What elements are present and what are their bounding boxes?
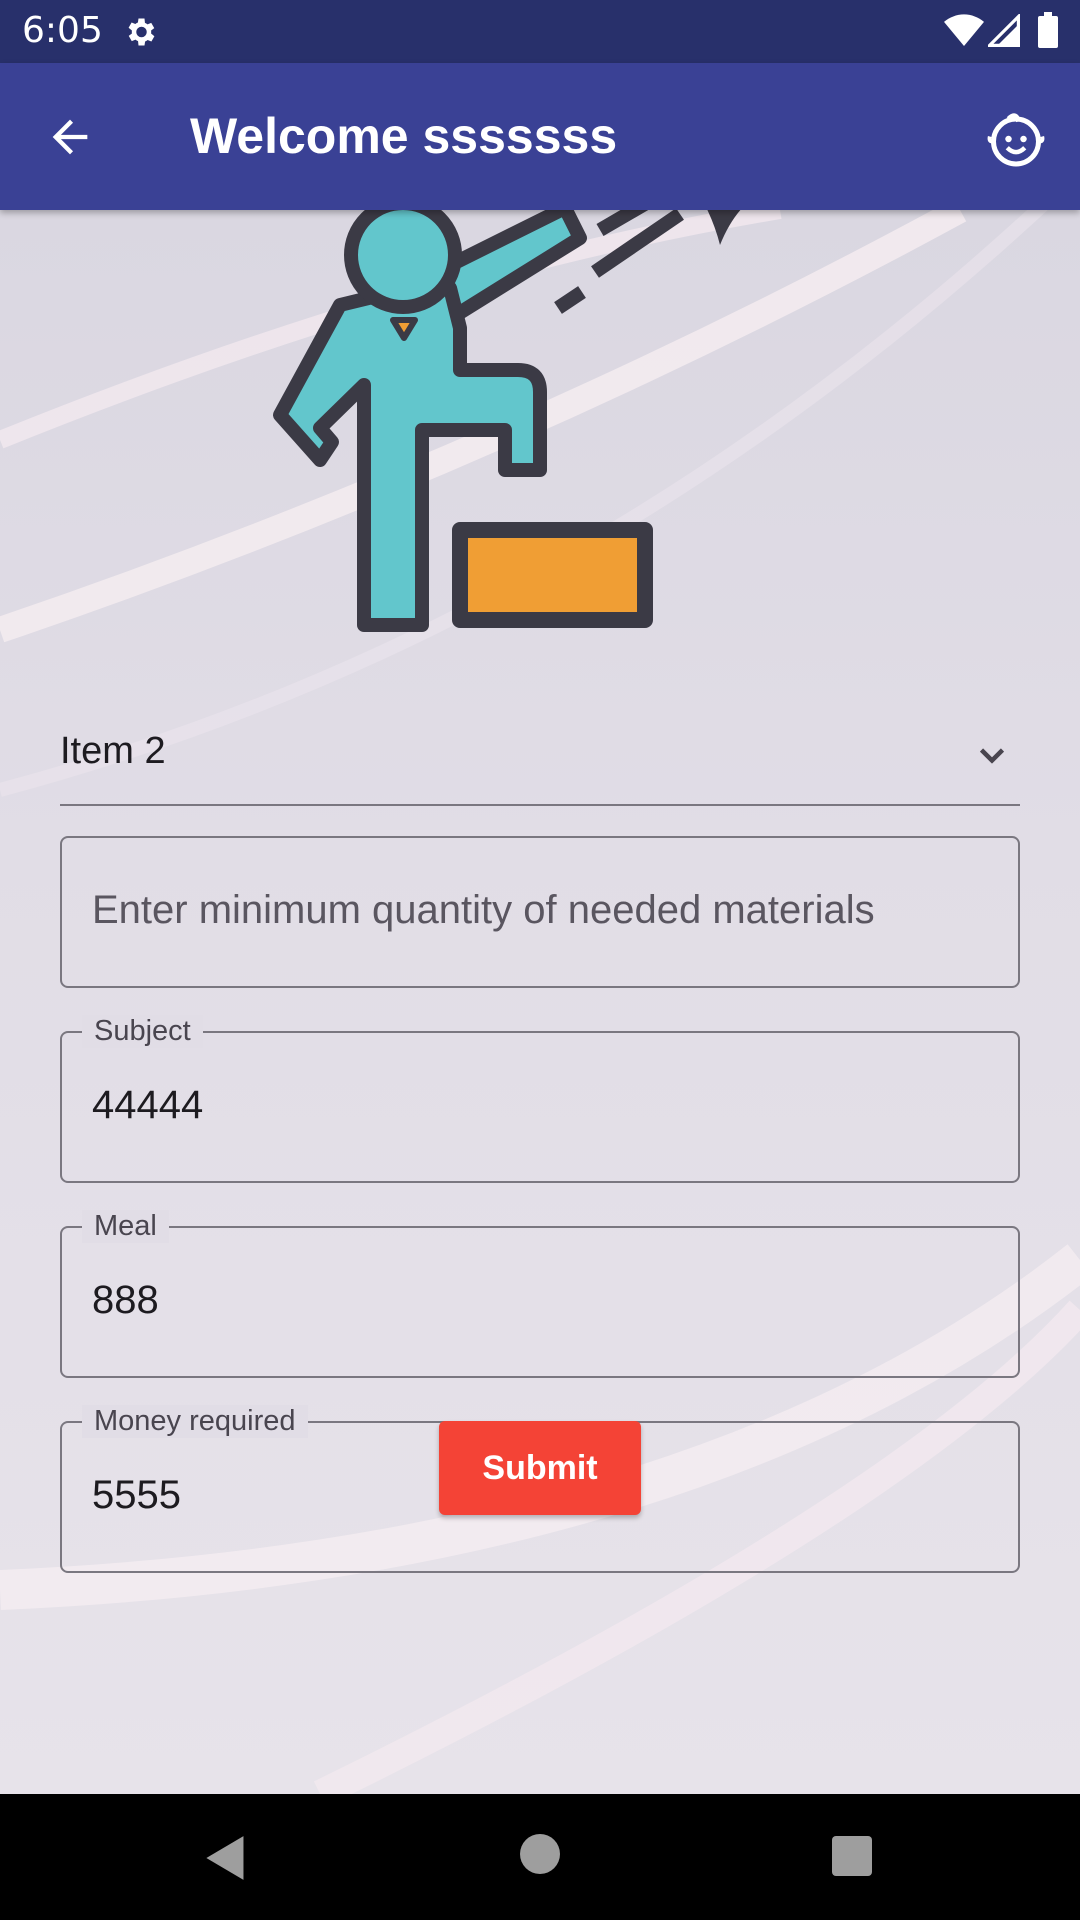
app-bar: Welcome sssssss — [0, 63, 1080, 210]
meal-field[interactable]: Meal 888 — [60, 1210, 1020, 1378]
chevron-down-icon — [979, 748, 1005, 764]
meal-value: 888 — [92, 1278, 159, 1322]
arrow-back-icon[interactable] — [44, 111, 96, 163]
money-required-label: Money required — [82, 1405, 308, 1438]
subject-value: 44444 — [92, 1083, 204, 1127]
subject-label: Subject — [82, 1015, 203, 1048]
min-quantity-placeholder: Enter minimum quantity of needed materia… — [92, 888, 875, 932]
child-face-icon[interactable] — [986, 109, 1046, 169]
submit-button[interactable]: Submit — [439, 1421, 641, 1515]
nav-home-icon[interactable] — [520, 1834, 560, 1874]
status-bar: 6:05 — [0, 0, 1080, 63]
item-dropdown[interactable]: Item 2 — [60, 680, 1020, 806]
money-required-value: 5555 — [92, 1473, 181, 1517]
signal-icon — [988, 14, 1020, 47]
min-quantity-field[interactable]: Enter minimum quantity of needed materia… — [60, 836, 1020, 988]
content-area: Item 2 Enter minimum quantity of needed … — [0, 210, 1080, 1794]
status-time: 6:05 — [22, 10, 103, 51]
subject-field[interactable]: Subject 44444 — [60, 1015, 1020, 1183]
page-title: Welcome sssssss — [190, 108, 618, 164]
gear-icon — [128, 18, 155, 46]
system-nav-bar — [0, 1794, 1080, 1920]
wifi-icon — [944, 14, 984, 47]
business-person-illustration — [273, 210, 741, 632]
dropdown-selected-value: Item 2 — [60, 730, 166, 772]
nav-back-icon[interactable] — [204, 1834, 248, 1882]
nav-recents-icon[interactable] — [832, 1836, 872, 1876]
meal-label: Meal — [82, 1210, 169, 1243]
battery-icon — [1038, 12, 1058, 48]
